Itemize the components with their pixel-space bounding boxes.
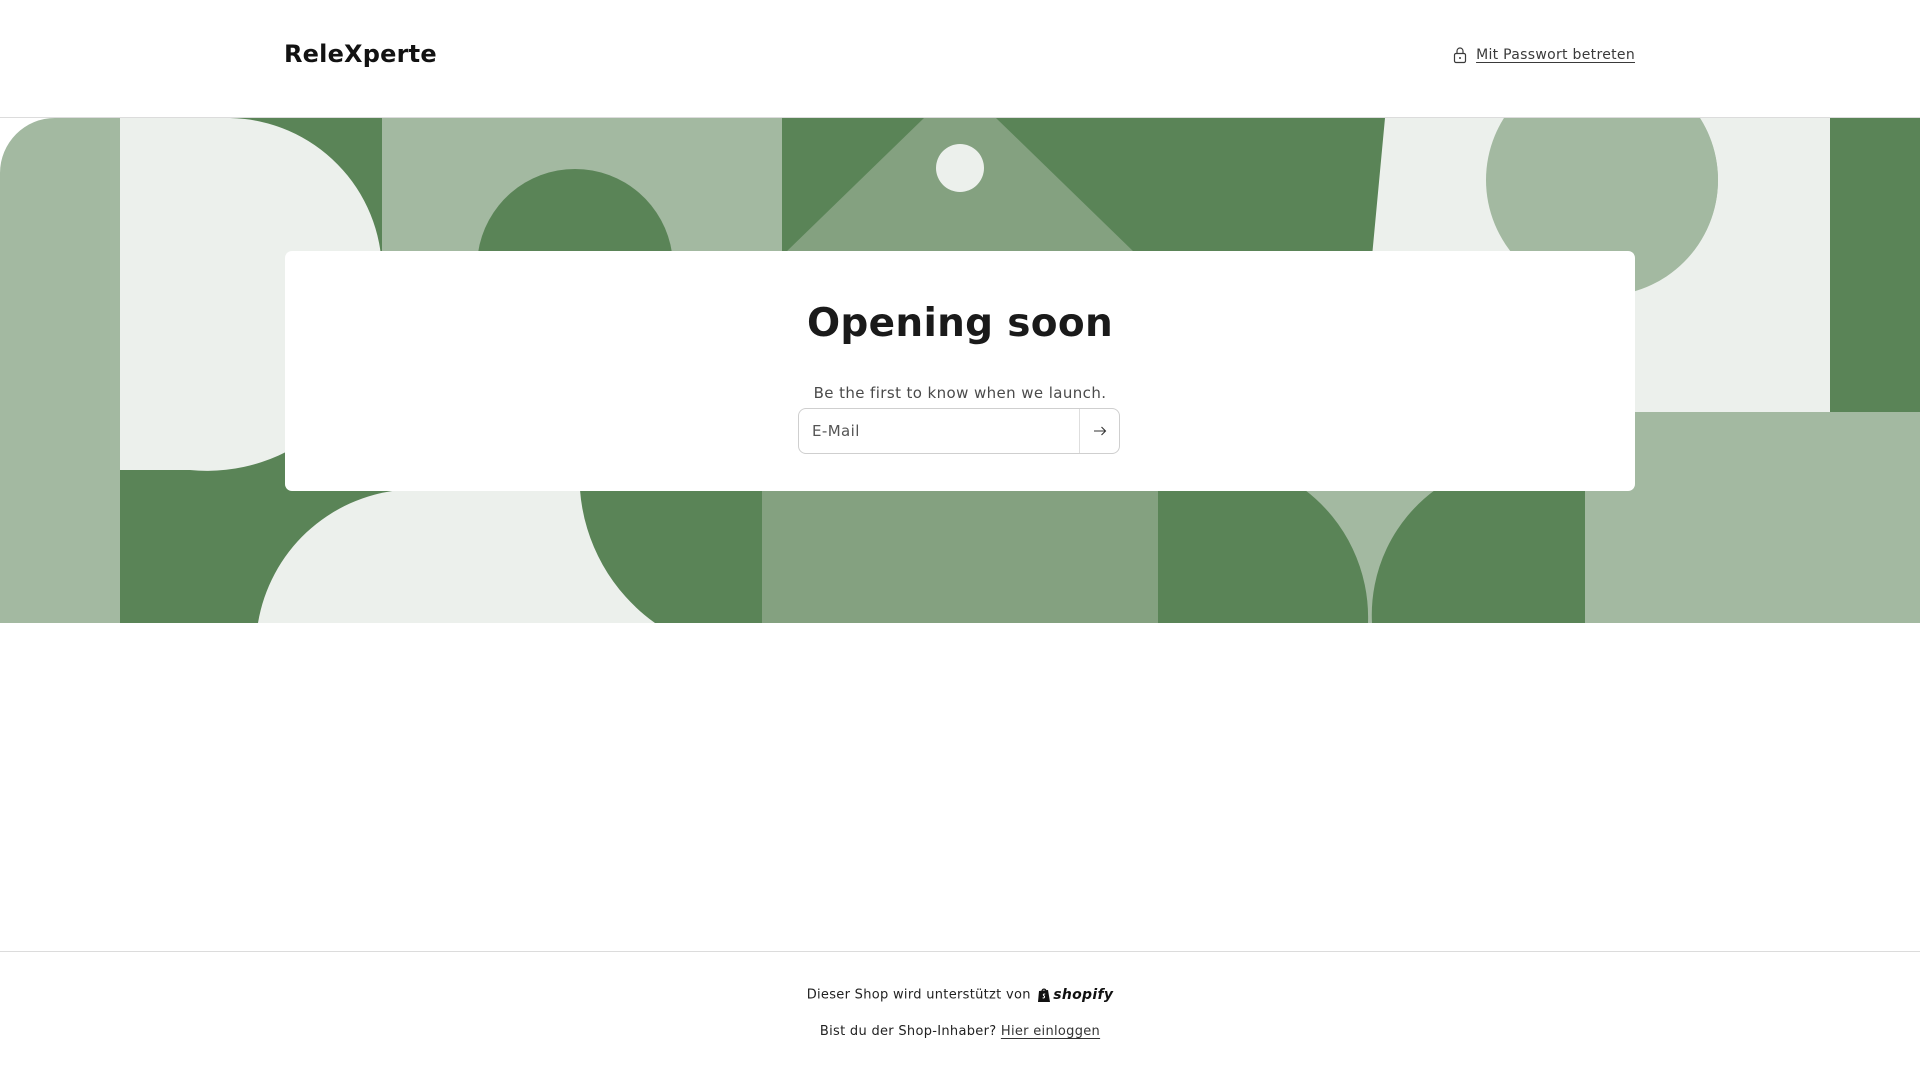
- owner-question: Bist du der Shop-Inhaber?: [819, 1024, 997, 1039]
- shopping-bag-icon: [1038, 988, 1051, 1002]
- login-link[interactable]: Hier einloggen: [1001, 1024, 1100, 1039]
- password-entry-link[interactable]: Mit Passwort betreten: [1452, 46, 1635, 64]
- page-title: Opening soon: [806, 301, 1114, 346]
- newsletter-card: Opening soon Be the first to know when w…: [285, 251, 1635, 491]
- lock-icon: [1453, 47, 1467, 64]
- shopify-logo[interactable]: shopify: [1037, 987, 1113, 1003]
- site-header: ReleXperte Mit Passwort betreten: [0, 0, 1920, 118]
- store-name[interactable]: ReleXperte: [284, 40, 437, 68]
- subscribe-button[interactable]: [1079, 409, 1119, 453]
- footer-divider: [0, 951, 1920, 952]
- password-link-label[interactable]: Mit Passwort betreten: [1476, 47, 1635, 63]
- shopify-wordmark: shopify: [1053, 987, 1114, 1003]
- owner-login: Bist du der Shop-Inhaber? Hier einloggen: [0, 1024, 1920, 1039]
- arrow-right-icon: [1093, 426, 1106, 436]
- newsletter-form: [798, 408, 1120, 454]
- page-subtitle: Be the first to know when we launch.: [813, 384, 1107, 402]
- powered-by: Dieser Shop wird unterstützt von shopify: [0, 987, 1920, 1003]
- powered-by-text: Dieser Shop wird unterstützt von: [806, 987, 1031, 1003]
- email-field[interactable]: [799, 409, 1079, 453]
